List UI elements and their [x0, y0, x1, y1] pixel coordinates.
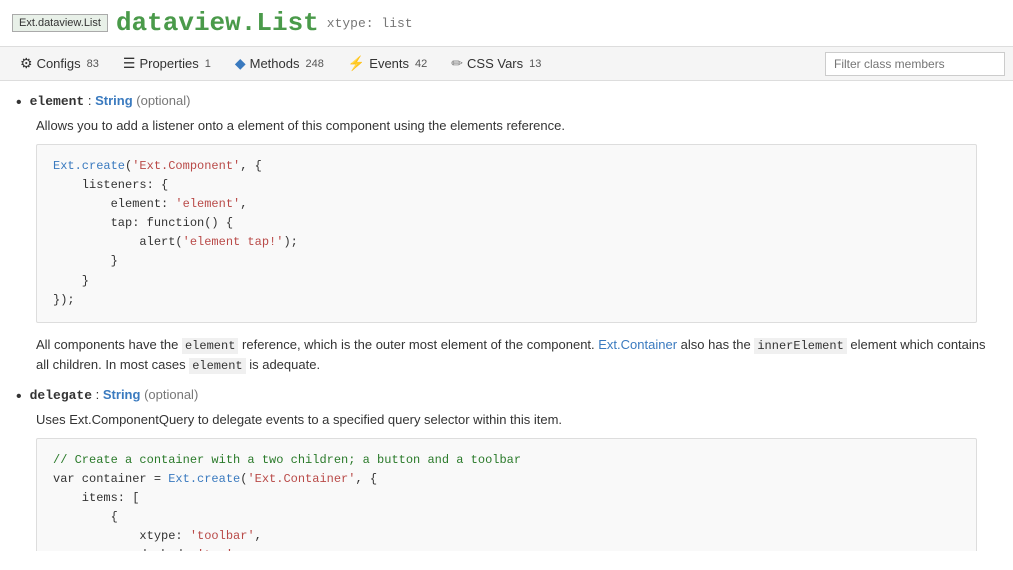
code-line-8: }); [53, 291, 960, 310]
code-line-1: Ext.create('Ext.Component', { [53, 157, 960, 176]
element-prop-type[interactable]: String [95, 93, 133, 108]
element-sep: : [88, 93, 95, 108]
navbar: ⚙ Configs 83 ☰ Properties 1 ◆ Methods 24… [0, 47, 1013, 81]
after-code-2: innerElement [754, 338, 846, 354]
events-icon: ⚡ [348, 55, 365, 72]
element-after-description: All components have the element referenc… [36, 335, 997, 375]
element-description: Allows you to add a listener onto a elem… [36, 116, 997, 136]
delegate-code-line-3: items: [ [53, 489, 960, 508]
code-line-2: listeners: { [53, 176, 960, 195]
cssvars-icon: ✏ [451, 55, 463, 72]
delegate-description: Uses Ext.ComponentQuery to delegate even… [36, 410, 997, 430]
methods-count: 248 [305, 58, 323, 70]
code-line-4: tap: function() { [53, 214, 960, 233]
delegate-prop-type[interactable]: String [103, 387, 141, 402]
properties-count: 1 [205, 58, 211, 70]
after-code-3: element [189, 358, 245, 374]
delegate-code-block: // Create a container with a two childre… [36, 438, 977, 552]
delegate-prop-optional-text: (optional) [144, 387, 198, 402]
code-line-7: } [53, 272, 960, 291]
nav-properties[interactable]: ☰ Properties 1 [111, 47, 223, 80]
nav-cssvars[interactable]: ✏ CSS Vars 13 [439, 47, 553, 80]
events-label: Events [369, 56, 409, 71]
page-header: Ext.dataview.List dataview.List xtype: l… [0, 0, 1013, 47]
delegate-code-line-5: xtype: 'toolbar', [53, 527, 960, 546]
page-title: dataview.List [116, 8, 319, 38]
code-line-6: } [53, 252, 960, 271]
main-content: • element : String (optional) Allows you… [0, 81, 1013, 551]
methods-icon: ◆ [235, 55, 246, 72]
after-code-1: element [182, 338, 238, 354]
nav-configs[interactable]: ⚙ Configs 83 [8, 47, 111, 80]
delegate-code-line-6: docked: 'top', [53, 546, 960, 551]
nav-events[interactable]: ⚡ Events 42 [336, 47, 439, 80]
xtype-label: xtype: list [327, 16, 413, 31]
after-text-2: reference, which is the outer most eleme… [238, 337, 598, 352]
delegate-item: • delegate : String (optional) [16, 387, 997, 406]
filter-input[interactable] [825, 52, 1005, 76]
delegate-prop-text: delegate : String (optional) [30, 387, 199, 403]
element-prop-name: element [30, 94, 85, 109]
cssvars-label: CSS Vars [467, 56, 523, 71]
after-text-3: also has the [677, 337, 754, 352]
element-prop-text: element : String (optional) [30, 93, 191, 109]
delegate-code-line-1: // Create a container with a two childre… [53, 451, 960, 470]
events-count: 42 [415, 58, 427, 70]
properties-label: Properties [139, 56, 198, 71]
delegate-code-line-4: { [53, 508, 960, 527]
class-badge[interactable]: Ext.dataview.List [12, 14, 108, 32]
ext-container-link[interactable]: Ext.Container [598, 337, 677, 352]
code-line-5: alert('element tap!'); [53, 233, 960, 252]
delegate-sep: : [96, 387, 103, 402]
element-item: • element : String (optional) [16, 93, 997, 112]
nav-methods[interactable]: ◆ Methods 248 [223, 47, 336, 80]
configs-icon: ⚙ [20, 55, 33, 72]
after-text-1: All components have the [36, 337, 182, 352]
cssvars-count: 13 [529, 58, 541, 70]
bullet-1: • [16, 94, 22, 112]
element-code-block: Ext.create('Ext.Component', { listeners:… [36, 144, 977, 324]
properties-icon: ☰ [123, 55, 136, 72]
delegate-prop-name: delegate [30, 388, 92, 403]
delegate-code-line-2: var container = Ext.create('Ext.Containe… [53, 470, 960, 489]
after-text-5: is adequate. [246, 357, 320, 372]
code-line-3: element: 'element', [53, 195, 960, 214]
configs-label: Configs [37, 56, 81, 71]
methods-label: Methods [250, 56, 300, 71]
bullet-2: • [16, 388, 22, 406]
configs-count: 83 [87, 58, 99, 70]
element-prop-optional-text: (optional) [136, 93, 190, 108]
